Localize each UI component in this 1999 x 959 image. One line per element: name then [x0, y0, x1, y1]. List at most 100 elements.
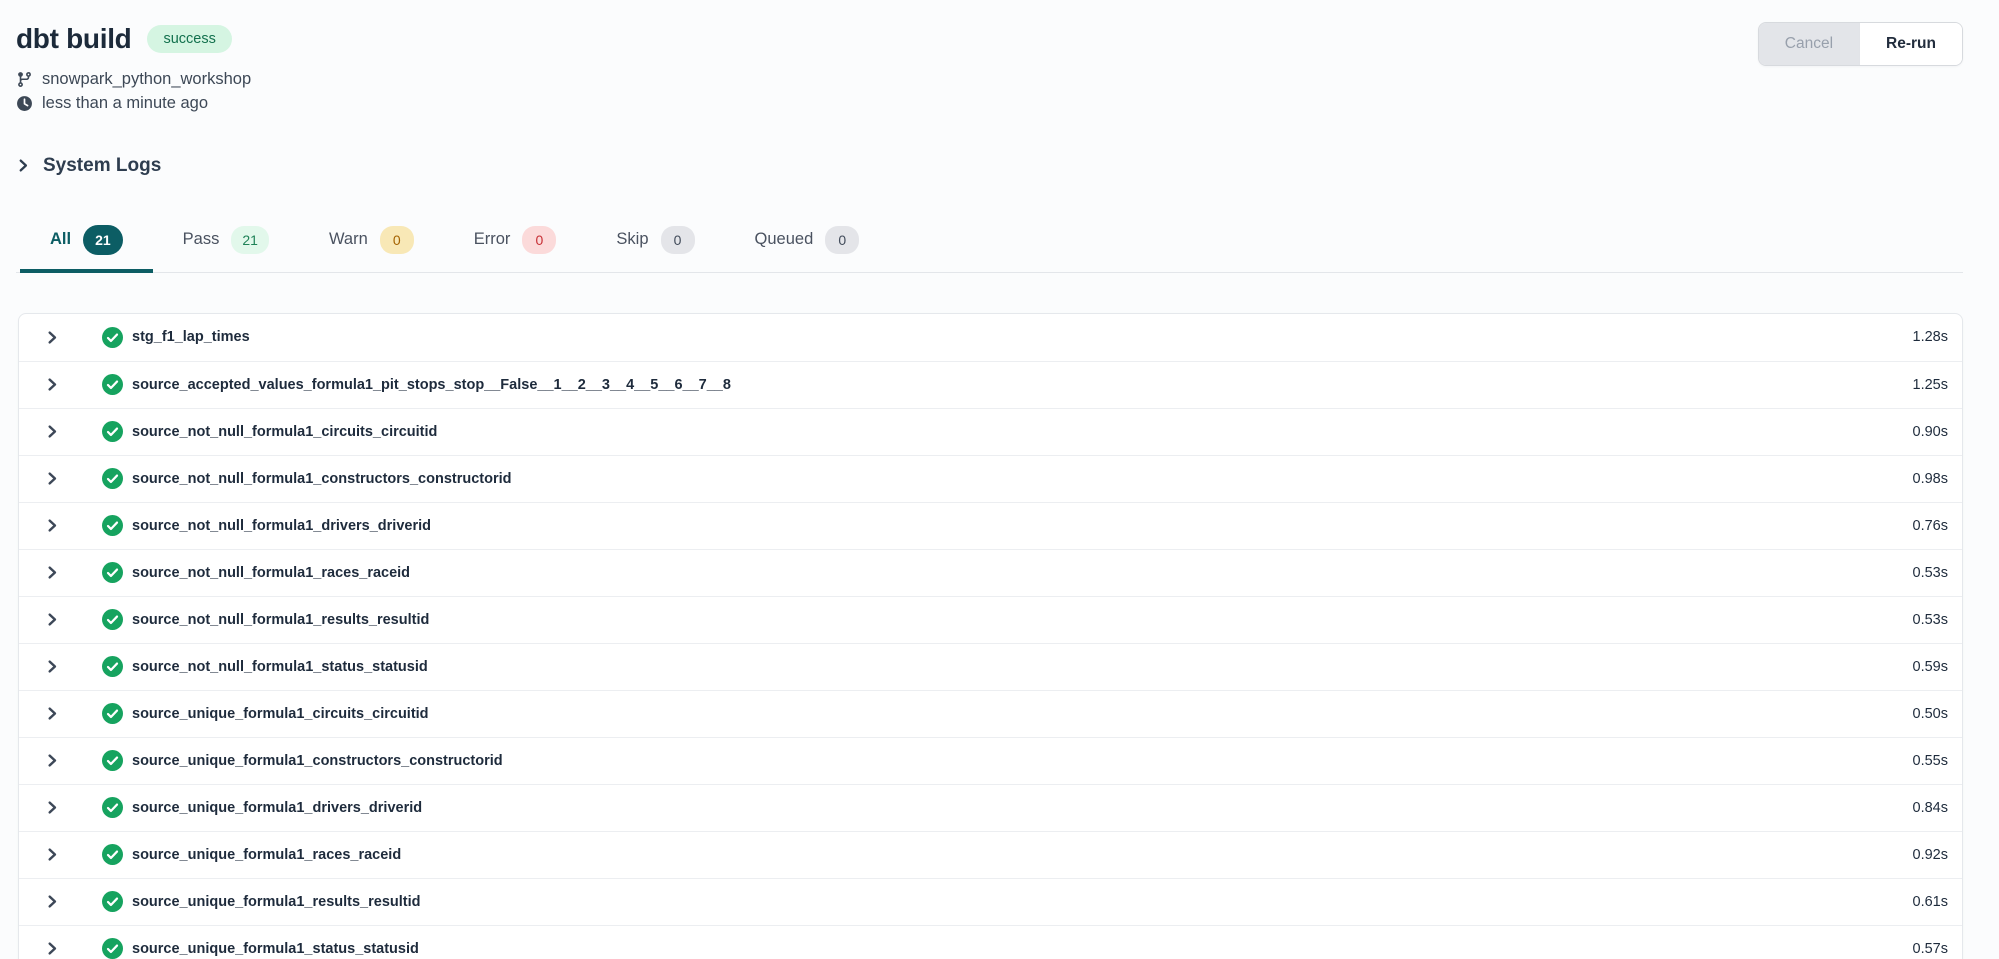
- result-duration: 0.76s: [1913, 518, 1948, 534]
- result-name: source_unique_formula1_constructors_cons…: [132, 753, 503, 769]
- run-meta: snowpark_python_workshop less than a min…: [16, 70, 1963, 113]
- tab-label: Pass: [183, 230, 220, 249]
- result-name: stg_f1_lap_times: [132, 329, 250, 345]
- tab-label: All: [50, 230, 71, 249]
- tab-label: Error: [474, 230, 511, 249]
- expand-chevron-icon[interactable]: [45, 518, 60, 533]
- success-check-icon: [102, 562, 123, 583]
- success-check-icon: [102, 515, 123, 536]
- page-title: dbt build: [16, 23, 131, 55]
- expand-chevron-icon[interactable]: [45, 377, 60, 392]
- result-row[interactable]: source_not_null_formula1_constructors_co…: [19, 455, 1962, 502]
- result-row[interactable]: source_unique_formula1_races_raceid 0.92…: [19, 831, 1962, 878]
- system-logs-toggle[interactable]: System Logs: [16, 155, 161, 177]
- branch-info: snowpark_python_workshop: [16, 70, 1963, 89]
- run-detail-page: dbt build success Cancel Re-run snowpark…: [0, 0, 1999, 959]
- result-name: source_unique_formula1_circuits_circuiti…: [132, 706, 429, 722]
- expand-chevron-icon[interactable]: [45, 894, 60, 909]
- tab-label: Warn: [329, 230, 368, 249]
- result-duration: 0.84s: [1913, 800, 1948, 816]
- result-duration: 0.53s: [1913, 612, 1948, 628]
- result-row[interactable]: source_not_null_formula1_status_statusid…: [19, 643, 1962, 690]
- result-name: source_unique_formula1_results_resultid: [132, 894, 421, 910]
- tab-count-badge: 21: [231, 226, 269, 254]
- system-logs-label: System Logs: [43, 155, 161, 177]
- cancel-button[interactable]: Cancel: [1759, 23, 1859, 65]
- result-row[interactable]: source_unique_formula1_results_resultid …: [19, 878, 1962, 925]
- tab-count-badge: 0: [661, 226, 695, 254]
- expand-chevron-icon[interactable]: [45, 424, 60, 439]
- result-name: source_not_null_formula1_results_resulti…: [132, 612, 429, 628]
- result-duration: 0.98s: [1913, 471, 1948, 487]
- result-name: source_accepted_values_formula1_pit_stop…: [132, 377, 731, 393]
- status-tab[interactable]: Skip 0: [586, 217, 724, 273]
- git-branch-icon: [16, 71, 33, 88]
- result-duration: 0.61s: [1913, 894, 1948, 910]
- result-row[interactable]: source_not_null_formula1_circuits_circui…: [19, 408, 1962, 455]
- success-check-icon: [102, 703, 123, 724]
- result-name: source_not_null_formula1_drivers_driveri…: [132, 518, 431, 534]
- result-row[interactable]: source_unique_formula1_circuits_circuiti…: [19, 690, 1962, 737]
- result-duration: 0.53s: [1913, 565, 1948, 581]
- result-name: source_unique_formula1_drivers_driverid: [132, 800, 422, 816]
- status-tab[interactable]: Warn 0: [299, 217, 444, 273]
- tab-count-badge: 0: [522, 226, 556, 254]
- success-check-icon: [102, 468, 123, 489]
- result-row[interactable]: source_accepted_values_formula1_pit_stop…: [19, 361, 1962, 408]
- success-check-icon: [102, 327, 123, 348]
- result-row[interactable]: source_unique_formula1_status_statusid 0…: [19, 925, 1962, 959]
- tab-label: Skip: [616, 230, 648, 249]
- success-check-icon: [102, 750, 123, 771]
- status-tab[interactable]: All 21: [20, 217, 153, 273]
- status-badge: success: [147, 25, 231, 54]
- success-check-icon: [102, 844, 123, 865]
- result-name: source_unique_formula1_races_raceid: [132, 847, 401, 863]
- time-info: less than a minute ago: [16, 94, 1963, 113]
- results-list: stg_f1_lap_times 1.28s source_accepted_v…: [18, 313, 1963, 959]
- expand-chevron-icon[interactable]: [45, 847, 60, 862]
- result-duration: 1.25s: [1913, 377, 1948, 393]
- expand-chevron-icon[interactable]: [45, 941, 60, 956]
- run-header: dbt build success Cancel Re-run: [16, 16, 1963, 66]
- status-tab[interactable]: Error 0: [444, 217, 587, 273]
- result-duration: 0.90s: [1913, 424, 1948, 440]
- result-row[interactable]: source_unique_formula1_drivers_driverid …: [19, 784, 1962, 831]
- result-name: source_not_null_formula1_status_statusid: [132, 659, 428, 675]
- expand-chevron-icon[interactable]: [45, 753, 60, 768]
- result-row[interactable]: source_not_null_formula1_results_resulti…: [19, 596, 1962, 643]
- success-check-icon: [102, 609, 123, 630]
- expand-chevron-icon[interactable]: [45, 330, 60, 345]
- rerun-button[interactable]: Re-run: [1859, 23, 1962, 65]
- expand-chevron-icon[interactable]: [45, 471, 60, 486]
- result-duration: 0.57s: [1913, 941, 1948, 957]
- success-check-icon: [102, 421, 123, 442]
- expand-chevron-icon[interactable]: [45, 800, 60, 815]
- result-duration: 0.59s: [1913, 659, 1948, 675]
- success-check-icon: [102, 656, 123, 677]
- result-duration: 0.50s: [1913, 706, 1948, 722]
- time-ago: less than a minute ago: [42, 94, 208, 113]
- result-name: source_not_null_formula1_circuits_circui…: [132, 424, 437, 440]
- result-row[interactable]: source_not_null_formula1_drivers_driveri…: [19, 502, 1962, 549]
- expand-chevron-icon[interactable]: [45, 659, 60, 674]
- success-check-icon: [102, 797, 123, 818]
- status-tab[interactable]: Queued 0: [725, 217, 890, 273]
- tab-count-badge: 0: [380, 226, 414, 254]
- status-tabs: All 21 Pass 21 Warn 0 Error 0 Skip 0: [16, 217, 1963, 273]
- expand-chevron-icon[interactable]: [45, 612, 60, 627]
- result-row[interactable]: stg_f1_lap_times 1.28s: [19, 314, 1962, 361]
- tab-label: Queued: [755, 230, 814, 249]
- status-tab[interactable]: Pass 21: [153, 217, 299, 273]
- result-name: source_unique_formula1_status_statusid: [132, 941, 419, 957]
- result-name: source_not_null_formula1_races_raceid: [132, 565, 410, 581]
- clock-icon: [16, 95, 33, 112]
- expand-chevron-icon[interactable]: [45, 706, 60, 721]
- result-row[interactable]: source_not_null_formula1_races_raceid 0.…: [19, 549, 1962, 596]
- expand-chevron-icon[interactable]: [45, 565, 60, 580]
- result-name: source_not_null_formula1_constructors_co…: [132, 471, 512, 487]
- branch-name: snowpark_python_workshop: [42, 70, 251, 89]
- success-check-icon: [102, 891, 123, 912]
- result-row[interactable]: source_unique_formula1_constructors_cons…: [19, 737, 1962, 784]
- tab-count-badge: 21: [83, 225, 123, 255]
- success-check-icon: [102, 938, 123, 959]
